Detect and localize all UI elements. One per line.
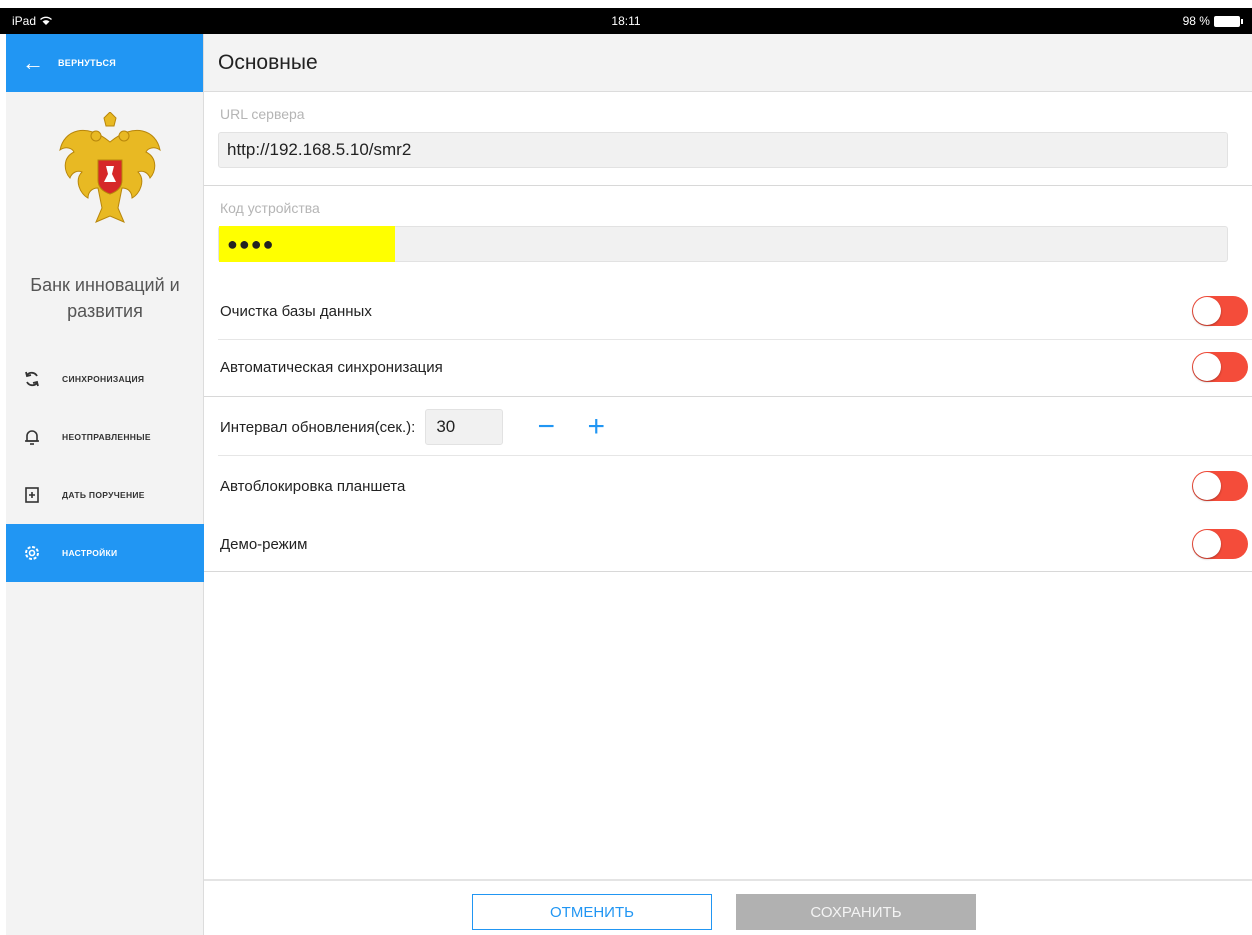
divider [204, 185, 1252, 186]
sidebar-item-label: НАСТРОЙКИ [62, 548, 118, 558]
decrement-button[interactable]: − [533, 412, 559, 442]
clock: 18:11 [611, 14, 641, 28]
sidebar-item-sync[interactable]: СИНХРОНИЗАЦИЯ [6, 350, 204, 408]
add-task-icon [22, 485, 42, 505]
cancel-button[interactable]: ОТМЕНИТЬ [472, 894, 712, 930]
toggle-knob [1193, 353, 1221, 381]
toggle-knob [1193, 472, 1221, 500]
save-button[interactable]: СОХРАНИТЬ [736, 894, 976, 930]
divider [218, 455, 1252, 456]
sidebar-item-settings[interactable]: НАСТРОЙКИ [6, 524, 204, 582]
toggle-knob [1193, 297, 1221, 325]
setting-label: Автоблокировка планшета [220, 477, 406, 495]
setting-label: Автоматическая синхронизация [220, 358, 443, 376]
back-button[interactable]: ← ВЕРНУТЬСЯ [6, 34, 203, 92]
divider [204, 571, 1252, 572]
sidebar-item-label: СИНХРОНИЗАЦИЯ [62, 374, 145, 384]
sidebar-item-label: ДАТЬ ПОРУЧЕНИЕ [62, 490, 145, 500]
toggle-knob [1193, 530, 1221, 558]
coat-of-arms-logo [59, 112, 161, 223]
sidebar-item-unsent[interactable]: НЕОТПРАВЛЕННЫЕ [6, 408, 204, 466]
setting-label: Очистка базы данных [220, 302, 372, 320]
bell-icon [22, 427, 42, 447]
auto-lock-toggle[interactable] [1192, 471, 1248, 501]
server-url-input[interactable]: http://192.168.5.10/smr2 [218, 132, 1228, 168]
setting-label: Интервал обновления(сек.): [220, 418, 416, 436]
device-code-label: Код устройства [220, 200, 320, 216]
wifi-icon [40, 16, 52, 25]
back-button-label: ВЕРНУТЬСЯ [58, 58, 117, 68]
server-url-label: URL сервера [220, 106, 305, 122]
sync-icon [22, 369, 42, 389]
clear-db-toggle[interactable] [1192, 296, 1248, 326]
page-title: Основные [204, 34, 1252, 92]
setting-label: Демо-режим [220, 535, 308, 553]
arrow-left-icon: ← [22, 50, 44, 75]
setting-row-auto-sync: Автоматическая синхронизация [220, 339, 1250, 395]
demo-mode-toggle[interactable] [1192, 529, 1248, 559]
increment-button[interactable]: + [583, 412, 609, 442]
setting-row-auto-lock: Автоблокировка планшета [220, 458, 1250, 514]
gear-icon [22, 543, 42, 563]
battery-icon [1213, 15, 1243, 27]
sidebar-item-label: НЕОТПРАВЛЕННЫЕ [62, 432, 151, 442]
interval-input[interactable]: 30 [425, 409, 504, 445]
organization-name-line1: Банк инноваций и [30, 275, 180, 295]
organization-name: Банк инноваций и развития [6, 272, 204, 324]
device-code-value: ●●●● [219, 226, 395, 262]
status-bar: iPad 18:11 98 % [0, 8, 1252, 34]
settings-panel: Основные URL сервера http://192.168.5.10… [204, 34, 1252, 935]
sidebar-nav: СИНХРОНИЗАЦИЯ НЕОТПРАВЛЕННЫЕ ДАТЬ ПОРУЧЕ… [6, 350, 204, 582]
setting-row-interval: Интервал обновления(сек.): 30 − + [220, 399, 1250, 455]
setting-row-demo: Демо-режим [220, 516, 1250, 572]
organization-name-line2: развития [67, 301, 143, 321]
sidebar-item-give-task[interactable]: ДАТЬ ПОРУЧЕНИЕ [6, 466, 204, 524]
footer-bar: ОТМЕНИТЬ СОХРАНИТЬ [204, 879, 1252, 935]
setting-row-clear-db: Очистка базы данных [220, 283, 1250, 339]
divider [204, 396, 1252, 397]
auto-sync-toggle[interactable] [1192, 352, 1248, 382]
device-name: iPad [12, 14, 37, 28]
battery-percent: 98 % [1182, 14, 1210, 28]
device-code-input[interactable]: ●●●● [218, 226, 1228, 262]
sidebar: ← ВЕРНУТЬСЯ Банк инноваций и развития СИ… [6, 34, 204, 935]
